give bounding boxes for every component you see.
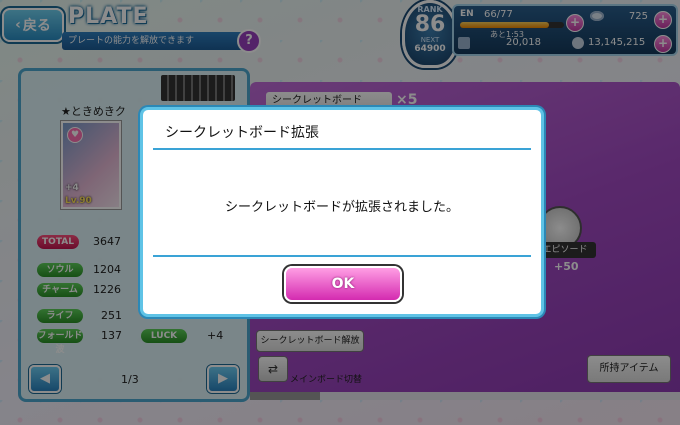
- ok-button[interactable]: OK: [284, 266, 402, 302]
- dialog-title: シークレットボード拡張: [165, 125, 319, 141]
- dialog-divider-top: [153, 148, 531, 150]
- dialog-message: シークレットボードが拡張されました。: [224, 200, 459, 215]
- dialog-divider-bottom: [153, 255, 531, 257]
- dialog: シークレットボード拡張 シークレットボードが拡張されました。 OK: [140, 107, 544, 317]
